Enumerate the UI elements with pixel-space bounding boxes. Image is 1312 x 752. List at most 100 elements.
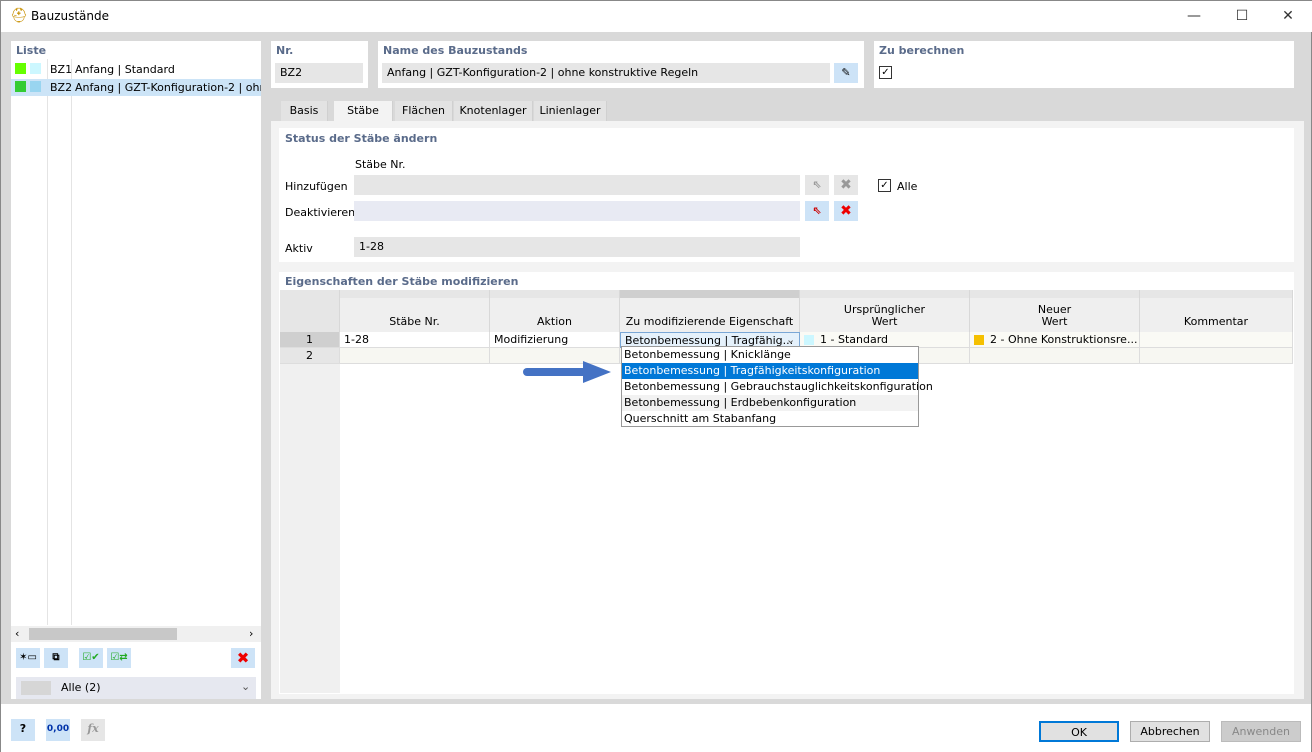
deactivate-label: Deaktivieren <box>285 206 356 219</box>
pick-add-button[interactable]: ⇖ <box>805 175 829 195</box>
name-group: Name des Bauzustands Anfang | GZT-Konfig… <box>378 41 864 88</box>
cell-comment[interactable] <box>1140 348 1293 364</box>
dialog-window: ⛑ Bauzustände — ☐ ✕ Liste ‹ › ✶▭ ⧉ ☑✔ ☑⇄… <box>0 0 1312 752</box>
name-label: Name des Bauzustands <box>383 44 528 57</box>
app-icon: ⛑ <box>10 8 28 24</box>
copy-item-button[interactable]: ⧉ <box>44 648 68 668</box>
new-item-button[interactable]: ✶▭ <box>16 648 40 668</box>
row-number: 2 <box>280 348 340 364</box>
chevron-down-icon[interactable]: ⌄ <box>786 333 795 346</box>
close-button[interactable]: ✕ <box>1265 3 1311 29</box>
dropdown-option[interactable]: Betonbemessung | Gebrauchstauglichkeitsk… <box>622 379 933 395</box>
column-header[interactable]: Aktion <box>490 298 620 332</box>
nr-group: Nr. BZ2 <box>271 41 368 88</box>
cell-new[interactable] <box>970 348 1140 364</box>
tab-linienlager[interactable]: Linienlager <box>534 101 607 121</box>
nr-field[interactable]: BZ2 <box>275 63 363 83</box>
copy-window-icon: ⧉ <box>52 652 60 663</box>
check-all-icon: ☑✔ <box>82 652 100 663</box>
status-title: Status der Stäbe ändern <box>285 132 438 145</box>
column-header[interactable]: Neuer Wert <box>970 298 1140 332</box>
deactivate-members-input[interactable] <box>354 201 800 221</box>
formula-button[interactable]: fx <box>81 719 105 741</box>
help-button[interactable]: ? <box>11 719 35 741</box>
column-header-text: Wert <box>1041 315 1068 328</box>
column-header[interactable]: Zu modifizierende Eigenschaft <box>620 298 800 332</box>
color-swatch <box>15 81 26 92</box>
filter-select[interactable]: Alle (2) ⌄ <box>16 677 256 699</box>
tab-basis[interactable]: Basis <box>281 101 328 121</box>
delete-button[interactable]: ✖ <box>231 648 255 668</box>
list-item-id: BZ2 <box>50 81 73 94</box>
edit-name-button[interactable]: ✎ <box>834 63 858 83</box>
calc-checkbox[interactable]: ✓ <box>879 66 892 79</box>
name-field[interactable]: Anfang | GZT-Konfiguration-2 | ohne kons… <box>382 63 830 83</box>
tab-stäbe[interactable]: Stäbe <box>334 101 393 121</box>
new-window-icon: ✶▭ <box>19 652 37 663</box>
clear-add-button[interactable]: ✖ <box>834 175 858 195</box>
scroll-right-icon[interactable]: › <box>249 627 253 640</box>
edit-pencil-icon: ✎ <box>841 66 851 79</box>
cell-members[interactable]: 1-28 <box>340 332 490 348</box>
invert-check-icon: ☑⇄ <box>110 652 128 663</box>
title-bar: ⛑ Bauzustände — ☐ ✕ <box>1 1 1312 32</box>
list-item[interactable]: BZ1 Anfang | Standard <box>11 61 261 78</box>
color-swatch <box>30 81 41 92</box>
column-header[interactable]: Stäbe Nr. <box>340 298 490 332</box>
minimize-button[interactable]: — <box>1171 3 1217 29</box>
scroll-left-icon[interactable]: ‹ <box>15 627 19 640</box>
cell-members[interactable] <box>340 348 490 364</box>
cancel-button[interactable]: Abbrechen <box>1130 721 1210 742</box>
header-group-strip <box>800 290 970 298</box>
tab-flächen[interactable]: Flächen <box>395 101 453 121</box>
row-number: 1 <box>280 332 340 348</box>
clear-deactivate-button[interactable]: ✖ <box>834 201 858 221</box>
column-header-text: Aktion <box>537 315 572 328</box>
list-item[interactable]: BZ2Anfang | GZT-Konfiguration-2 | ohne k… <box>11 79 261 96</box>
list-item-name: Anfang | GZT-Konfiguration-2 | ohne kons… <box>75 81 261 94</box>
highlight-arrow-icon <box>523 361 611 383</box>
calc-group: Zu berechnen ✓ <box>874 41 1294 88</box>
dropdown-option[interactable]: Betonbemessung | Erdbebenkonfiguration <box>622 395 918 411</box>
delete-x-icon: ✖ <box>236 649 250 667</box>
props-title: Eigenschaften der Stäbe modifizieren <box>285 275 519 288</box>
dropdown-option[interactable]: Betonbemessung | Tragfähigkeitskonfigura… <box>622 363 918 379</box>
add-label: Hinzufügen <box>285 180 348 193</box>
header-group-strip <box>340 290 490 298</box>
active-members-field: 1-28 <box>354 237 800 257</box>
apply-button[interactable]: Anwenden <box>1221 721 1301 742</box>
invert-check-button[interactable]: ☑⇄ <box>107 648 131 668</box>
status-section: Status der Stäbe ändern Stäbe Nr. Hinzuf… <box>279 128 1294 262</box>
col-label: Stäbe Nr. <box>355 158 406 171</box>
corner-header <box>280 290 340 332</box>
column-header[interactable]: Ursprünglicher Wert <box>800 298 970 332</box>
all-label: Alle <box>897 180 918 193</box>
dropdown-option[interactable]: Betonbemessung | Knicklänge <box>622 347 918 363</box>
pick-deactivate-button[interactable]: ⇖ <box>805 201 829 221</box>
column-header[interactable]: Kommentar <box>1140 298 1293 332</box>
active-label: Aktiv <box>285 242 313 255</box>
help-icon: ? <box>19 722 27 735</box>
maximize-button[interactable]: ☐ <box>1219 3 1265 29</box>
color-swatch <box>15 63 26 74</box>
column-header-text: Stäbe Nr. <box>389 315 440 328</box>
cursor-pick-icon: ⇖ <box>812 204 822 217</box>
horizontal-scrollbar[interactable]: ‹ › <box>11 626 261 642</box>
cell-new[interactable]: 2 - Ohne Konstruktionsre... <box>970 332 1140 348</box>
tab-knotenlager[interactable]: Knotenlager <box>454 101 533 121</box>
ok-button[interactable]: OK <box>1039 721 1119 742</box>
scroll-thumb[interactable] <box>29 628 177 640</box>
formula-fx-icon: fx <box>87 722 99 735</box>
all-checkbox[interactable]: ✓ <box>878 179 891 192</box>
header-group-strip <box>620 290 800 298</box>
color-swatch <box>804 335 814 345</box>
units-button[interactable]: 0,00 <box>46 719 70 741</box>
check-all-button[interactable]: ☑✔ <box>79 648 103 668</box>
cell-action[interactable]: Modifizierung <box>490 332 620 348</box>
list-label: Liste <box>16 44 47 57</box>
cell-comment[interactable] <box>1140 332 1293 348</box>
add-members-input[interactable] <box>354 175 800 195</box>
dropdown-option[interactable]: Querschnitt am Stabanfang <box>622 411 918 427</box>
header-group-strip <box>490 290 620 298</box>
column-header-text: Wert <box>871 315 898 328</box>
